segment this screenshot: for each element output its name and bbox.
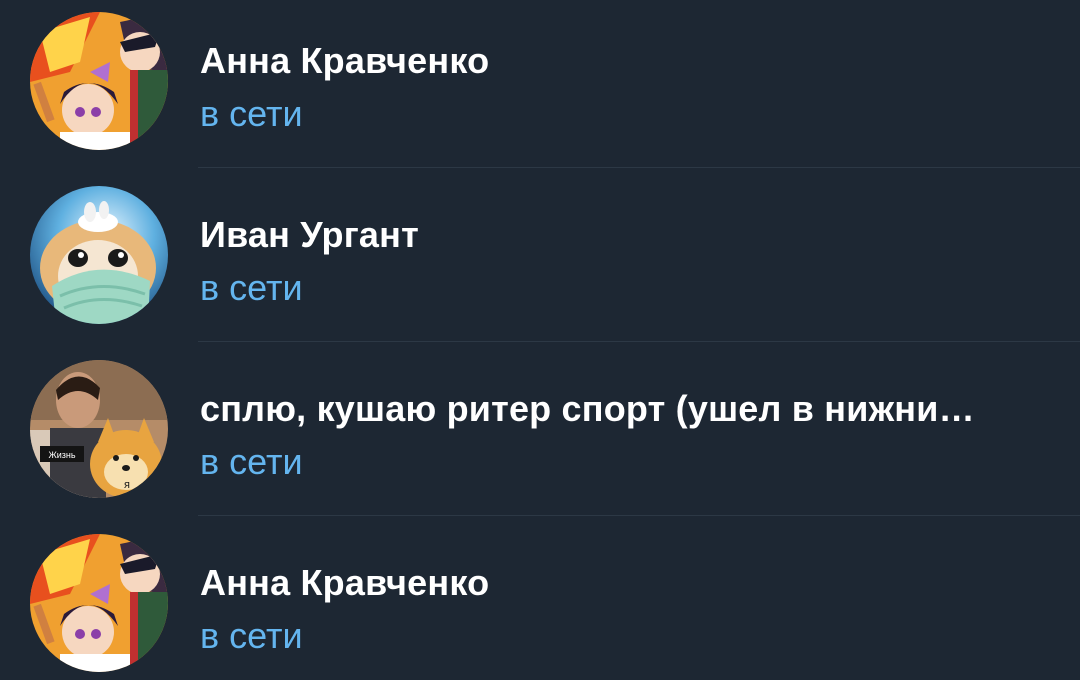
svg-text:Жизнь: Жизнь bbox=[48, 450, 75, 460]
contact-row[interactable]: Иван Ургант в сети bbox=[0, 174, 1080, 348]
contact-row[interactable]: Анна Кравченко в сети bbox=[0, 0, 1080, 174]
anime-characters-avatar-icon bbox=[30, 12, 168, 150]
contact-status: в сети bbox=[200, 615, 303, 656]
divider bbox=[198, 167, 1080, 168]
divider bbox=[198, 341, 1080, 342]
contact-status: в сети bbox=[200, 441, 303, 482]
man-and-shiba-avatar-icon: Жизнь я bbox=[30, 360, 168, 498]
contact-name: сплю, кушаю ритер спорт (ушел в нижни… bbox=[200, 388, 975, 429]
contact-name: Анна Кравченко bbox=[200, 40, 490, 81]
contact-row[interactable]: Жизнь я сплю, кушаю ритер спорт (ушел в … bbox=[0, 348, 1080, 522]
contact-row[interactable]: Анна Кравченко в сети bbox=[0, 522, 1080, 680]
svg-text:я: я bbox=[124, 479, 130, 491]
anime-characters-avatar-icon bbox=[30, 534, 168, 672]
contact-name: Иван Ургант bbox=[200, 214, 419, 255]
dog-with-mask-avatar-icon bbox=[30, 186, 168, 324]
divider bbox=[198, 515, 1080, 516]
contact-list: Анна Кравченко в сети Иван Ургант в сети… bbox=[0, 0, 1080, 680]
contact-name: Анна Кравченко bbox=[200, 562, 490, 603]
contact-status: в сети bbox=[200, 93, 303, 134]
contact-status: в сети bbox=[200, 267, 303, 308]
